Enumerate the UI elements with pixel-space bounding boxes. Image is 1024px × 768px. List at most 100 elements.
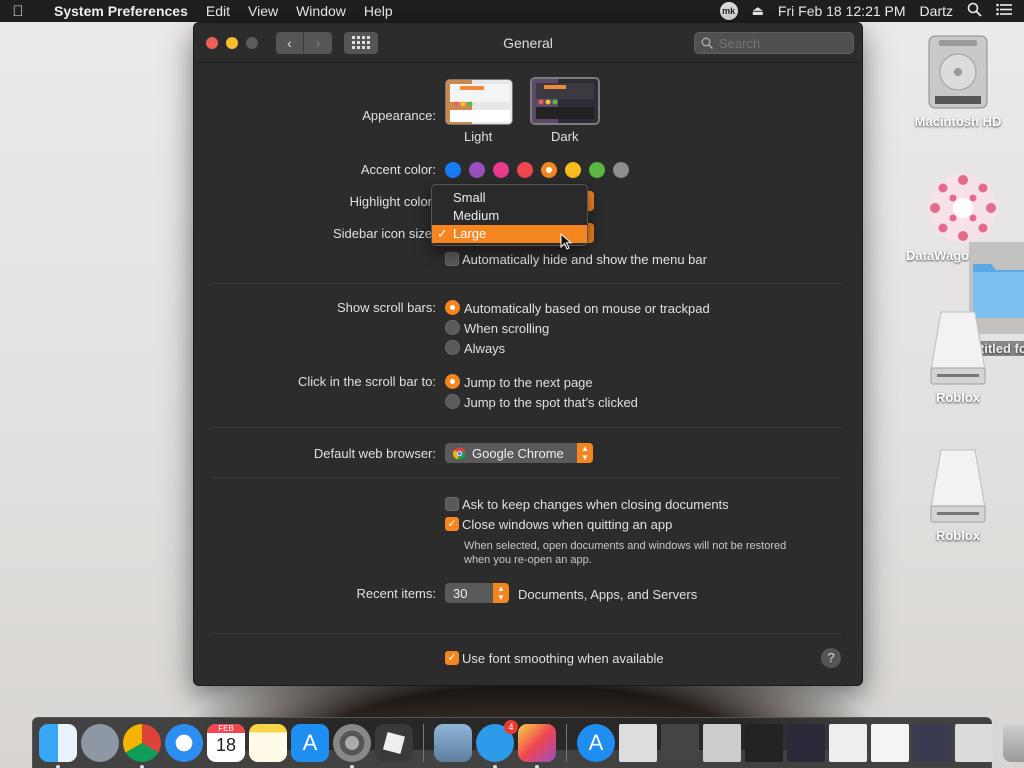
dock-window-thumbnail[interactable]	[829, 724, 867, 762]
jump-spot-radio[interactable]	[445, 394, 460, 409]
eject-icon[interactable]: ⏏	[752, 3, 764, 19]
desktop-icon-roblox-1[interactable]: Roblox	[908, 310, 1008, 405]
mouse-pointer-icon	[560, 233, 572, 250]
scroll-auto-radio[interactable]	[445, 300, 460, 315]
default-browser-popup[interactable]: Google Chrome ▲ ▼	[445, 443, 593, 463]
accent-color-label: Accent color:	[360, 162, 436, 177]
dock-window-thumbnail[interactable]	[661, 724, 699, 762]
dock-notes-icon[interactable]	[249, 724, 287, 762]
close-windows-note-1: When selected, open documents and window…	[464, 540, 787, 552]
section-divider	[211, 283, 841, 284]
hard-drive-icon	[923, 34, 993, 110]
dock-safari-icon[interactable]	[165, 724, 203, 762]
mk-status-icon[interactable]: mk	[719, 2, 738, 20]
recent-items-popup[interactable]: 30 ▲ ▼	[445, 583, 509, 603]
jump-next-page-radio[interactable]	[445, 374, 460, 389]
appearance-light-label: Light	[464, 129, 493, 144]
search-field[interactable]	[694, 32, 854, 54]
menu-window[interactable]: Window	[296, 3, 346, 19]
scroll-click-label: Click in the scroll bar to:	[298, 374, 436, 389]
desktop-icon-macintosh-hd[interactable]: Macintosh HD	[908, 34, 1008, 129]
appearance-label: Appearance:	[362, 108, 436, 123]
section-divider	[211, 633, 841, 634]
font-smoothing-label: Use font smoothing when available	[462, 651, 664, 666]
dock-mk-icon[interactable]: 4	[476, 720, 518, 768]
dock-window-thumbnail[interactable]	[703, 724, 741, 762]
menubar-user[interactable]: Dartz	[920, 3, 953, 19]
accent-color-swatch[interactable]	[541, 162, 557, 178]
close-windows-checkbox[interactable]: ✓	[445, 517, 459, 531]
accent-color-swatch[interactable]	[445, 162, 461, 178]
ask-keep-changes-checkbox[interactable]	[445, 497, 459, 511]
scroll-when-scrolling-label: When scrolling	[464, 321, 550, 336]
checkmark-icon: ✓	[437, 226, 448, 241]
dock-calendar-icon[interactable]: FEB 18	[207, 724, 245, 762]
font-smoothing-checkbox[interactable]: ✓	[445, 651, 459, 665]
dock-window-thumbnail[interactable]	[955, 724, 993, 762]
app-menu[interactable]: System Preferences	[54, 3, 188, 19]
dock-app-store-icon-2[interactable]: A	[577, 724, 615, 762]
accent-color-swatch[interactable]	[493, 162, 509, 178]
calendar-month: FEB	[207, 724, 245, 733]
dock-trash-icon[interactable]	[1003, 724, 1024, 762]
chevron-updown-icon: ▲▼	[493, 583, 509, 603]
dock-launchpad-icon[interactable]	[81, 724, 119, 762]
appearance-dark-option[interactable]	[530, 77, 600, 125]
menubar-clock[interactable]: Fri Feb 18 12:21 PM	[778, 3, 906, 19]
scroll-auto-label: Automatically based on mouse or trackpad	[464, 301, 710, 316]
desktop-icon-label: Roblox	[935, 528, 981, 543]
desktop-icon-roblox-2[interactable]: Roblox	[908, 448, 1008, 543]
menu-item-medium[interactable]: Medium	[432, 207, 587, 225]
scroll-always-radio[interactable]	[445, 340, 460, 355]
notification-center-icon[interactable]	[996, 3, 1012, 19]
dock-window-thumbnail[interactable]	[745, 724, 783, 762]
accent-color-swatch[interactable]	[469, 162, 485, 178]
spotlight-search-icon[interactable]	[967, 2, 982, 20]
dock-finder-icon[interactable]	[39, 724, 77, 768]
show-all-button[interactable]	[344, 31, 378, 54]
close-window-button[interactable]	[206, 36, 218, 49]
accent-color-swatch[interactable]	[589, 162, 605, 178]
recent-items-value: 30	[453, 585, 468, 601]
menu-edit[interactable]: Edit	[206, 3, 230, 19]
scroll-when-scrolling-radio[interactable]	[445, 320, 460, 335]
default-browser-value: Google Chrome	[472, 445, 564, 461]
appearance-dark-label: Dark	[551, 129, 579, 144]
help-button[interactable]: ?	[821, 648, 841, 668]
desktop-icon-label: Roblox	[935, 390, 981, 405]
dock-window-thumbnail[interactable]	[871, 724, 909, 762]
autohide-menubar-checkbox[interactable]	[445, 252, 459, 266]
dock-chrome-icon[interactable]	[123, 724, 161, 768]
zoom-window-button	[246, 36, 258, 49]
calendar-day: 18	[215, 735, 237, 755]
accent-color-swatch[interactable]	[613, 162, 629, 178]
dock-window-thumbnail[interactable]	[913, 724, 951, 762]
window-titlebar[interactable]: ‹ › General	[194, 23, 862, 63]
chrome-icon	[453, 446, 466, 460]
dock-window-thumbnail[interactable]	[787, 724, 825, 762]
back-button[interactable]: ‹	[276, 31, 304, 54]
dock-grapher-icon[interactable]	[518, 724, 556, 768]
apple-menu-icon[interactable]: 	[0, 3, 36, 20]
menu-view[interactable]: View	[248, 3, 278, 19]
accent-color-swatch[interactable]	[565, 162, 581, 178]
default-browser-label: Default web browser:	[313, 446, 436, 461]
appearance-light-option[interactable]	[445, 79, 513, 125]
dock-separator	[566, 724, 567, 762]
menu-help[interactable]: Help	[364, 3, 393, 19]
sidebar-icon-size-label: Sidebar icon size	[333, 226, 432, 241]
scroll-always-label: Always	[464, 341, 506, 356]
close-windows-note-2: when you re-open an app.	[464, 554, 592, 566]
desktop-icon-label: Macintosh HD	[914, 114, 1002, 129]
menu-bar:  System Preferences Edit View Window He…	[0, 0, 1024, 22]
dock-window-thumbnail[interactable]	[619, 724, 657, 762]
accent-color-swatch[interactable]	[517, 162, 533, 178]
dock-system-preferences-icon[interactable]	[333, 724, 371, 768]
dock-roblox-icon[interactable]	[375, 724, 413, 762]
dock-preview-icon[interactable]	[434, 724, 472, 762]
search-input[interactable]	[719, 35, 839, 51]
menu-item-small[interactable]: Small	[432, 189, 587, 207]
recent-items-suffix: Documents, Apps, and Servers	[518, 587, 698, 602]
minimize-window-button[interactable]	[226, 36, 238, 49]
dock-app-store-icon[interactable]: A	[291, 724, 329, 762]
